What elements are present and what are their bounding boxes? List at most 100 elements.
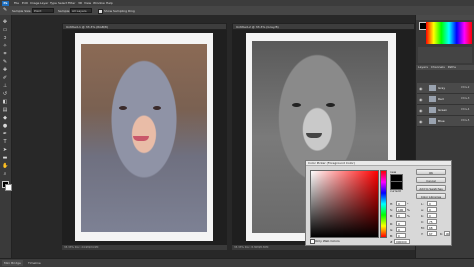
magenta-label: M:	[421, 226, 425, 230]
hue-unit: °	[407, 202, 409, 206]
menu-layer[interactable]: Layer	[40, 1, 48, 5]
quick-select-tool-icon[interactable]: ✧	[2, 43, 8, 49]
red-label: R:	[390, 222, 394, 226]
pen-tool-icon[interactable]: ✒	[2, 131, 8, 137]
cyan-field[interactable]: 75	[427, 219, 437, 224]
document-status-1: 33.33% Doc: 24.9M/24.9M	[62, 245, 227, 250]
channel-thumbnail	[429, 118, 436, 124]
visibility-eye-icon[interactable]: ◉	[419, 97, 423, 102]
visibility-eye-icon[interactable]: ◉	[419, 108, 423, 113]
brightness-field[interactable]: 0	[396, 213, 406, 218]
channel-name: Blue	[438, 119, 445, 123]
menu-file[interactable]: File	[14, 1, 19, 5]
black-label: K:	[440, 232, 443, 236]
cancel-button[interactable]: Cancel	[416, 177, 446, 183]
visibility-eye-icon[interactable]: ◉	[419, 119, 423, 124]
document-tab-1[interactable]: Untitled-1 @ 33.3% (RGB/8)	[62, 23, 227, 30]
tab-layers[interactable]: Layers	[418, 65, 428, 69]
color-portrait-photo	[81, 44, 207, 232]
layers-panel-header: Layers Channels Paths	[416, 65, 474, 70]
ok-button[interactable]: OK	[416, 169, 446, 175]
hex-field[interactable]: 000000	[394, 239, 410, 244]
zoom-tool-icon[interactable]: ⌕	[2, 171, 8, 177]
background-color-swatch[interactable]	[5, 184, 12, 191]
menu-select[interactable]: Select	[58, 1, 67, 5]
sample-size-select[interactable]: Point Sample	[32, 8, 54, 18]
blue-label: B:	[390, 234, 394, 238]
blur-tool-icon[interactable]: ◆	[2, 115, 8, 121]
tab-timeline[interactable]: Timeline	[26, 260, 43, 266]
dodge-tool-icon[interactable]: ●	[2, 123, 8, 129]
move-tool-icon[interactable]: ✥	[2, 19, 8, 25]
path-select-icon[interactable]: ➤	[2, 147, 8, 153]
tab-channels[interactable]: Channels	[431, 65, 445, 69]
brush-tool-icon[interactable]: ✐	[2, 75, 8, 81]
channel-row-red[interactable]: ◉ Red Ctrl+3	[417, 94, 474, 105]
show-ring-checkbox[interactable]	[98, 9, 103, 14]
shape-tool-icon[interactable]: ▬	[2, 155, 8, 161]
smile	[133, 136, 149, 141]
sample-label: Sample:	[58, 9, 71, 13]
channel-name: Green	[438, 108, 448, 112]
menu-view[interactable]: View	[84, 1, 91, 5]
sample-size-label: Sample Size:	[12, 9, 32, 13]
document-tab-2[interactable]: Untitled-2 @ 33.3% (Gray/8)	[232, 23, 415, 30]
only-web-colors-label: Only Web Colors	[315, 239, 340, 243]
red-field[interactable]: 0	[396, 221, 406, 226]
menu-type[interactable]: Type	[50, 1, 57, 5]
channel-name: Gray	[438, 86, 446, 90]
saturation-field[interactable]: 100	[396, 207, 406, 212]
green-field[interactable]: 0	[396, 227, 406, 232]
sample-select[interactable]: All Layers	[70, 8, 92, 13]
channel-row-green[interactable]: ◉ Green Ctrl+4	[417, 105, 474, 116]
eraser-tool-icon[interactable]: ◧	[2, 99, 8, 105]
color-libraries-button[interactable]: Color Libraries	[416, 193, 446, 199]
channel-shortcut: Ctrl+3	[461, 97, 470, 100]
color-ramp[interactable]	[426, 22, 472, 44]
lasso-tool-icon[interactable]: ↄ	[2, 35, 8, 41]
marquee-tool-icon[interactable]: ▭	[2, 27, 8, 33]
eye-right	[153, 106, 161, 110]
hue-slider[interactable]	[380, 170, 387, 238]
lab-a-field[interactable]: 0	[427, 207, 437, 212]
tab-mini-bridge[interactable]: Mini Bridge	[2, 260, 23, 266]
black-field[interactable]: 90	[444, 231, 450, 236]
menu-3d[interactable]: 3D	[78, 1, 82, 5]
lab-l-field[interactable]: 0	[427, 201, 437, 206]
brightness-unit: %	[407, 214, 410, 218]
saturation-unit: %	[407, 208, 410, 212]
menu-filter[interactable]: Filter	[68, 1, 75, 5]
channel-thumbnail	[429, 85, 436, 91]
channel-shortcut: Ctrl+4	[461, 108, 470, 111]
type-tool-icon[interactable]: T	[2, 139, 8, 145]
eyedropper-tool-icon[interactable]: ✎	[2, 59, 8, 65]
hand-tool-icon[interactable]: ✋	[2, 163, 8, 169]
add-to-swatches-button[interactable]: Add to Swatches	[416, 185, 446, 191]
crop-tool-icon[interactable]: ⌗	[2, 51, 8, 57]
yellow-field[interactable]: 67	[427, 231, 437, 236]
smile	[306, 133, 322, 138]
lab-b-field[interactable]: 0	[427, 213, 437, 218]
brightness-label: B:	[390, 214, 394, 218]
current-color-label: current	[390, 189, 401, 193]
channel-row-blue[interactable]: ◉ Blue Ctrl+5	[417, 116, 474, 127]
menu-help[interactable]: Help	[106, 1, 113, 5]
healing-tool-icon[interactable]: ✚	[2, 67, 8, 73]
blue-field[interactable]: 0	[396, 233, 406, 238]
hue-field[interactable]: 0	[396, 201, 406, 206]
menu-edit[interactable]: Edit	[22, 1, 28, 5]
menu-window[interactable]: Window	[93, 1, 105, 5]
tools-panel: ✥ ▭ ↄ ✧ ⌗ ✎ ✚ ✐ ⊥ ↺ ◧ ▤ ◆ ● ✒ T ➤ ▬ ✋ ⌕	[0, 15, 12, 258]
stamp-tool-icon[interactable]: ⊥	[2, 83, 8, 89]
eyedropper-icon[interactable]: ✎	[3, 7, 7, 13]
magenta-field[interactable]: 68	[427, 225, 437, 230]
history-brush-icon[interactable]: ↺	[2, 91, 8, 97]
channel-row-gray[interactable]: ◉ Gray Ctrl+2	[417, 83, 474, 94]
hex-label: #	[390, 240, 393, 244]
visibility-eye-icon[interactable]: ◉	[419, 86, 423, 91]
gradient-tool-icon[interactable]: ▤	[2, 107, 8, 113]
menu-image[interactable]: Image	[30, 1, 39, 5]
color-field[interactable]	[310, 170, 379, 238]
channel-thumbnail	[429, 96, 436, 102]
tab-paths[interactable]: Paths	[448, 65, 456, 69]
